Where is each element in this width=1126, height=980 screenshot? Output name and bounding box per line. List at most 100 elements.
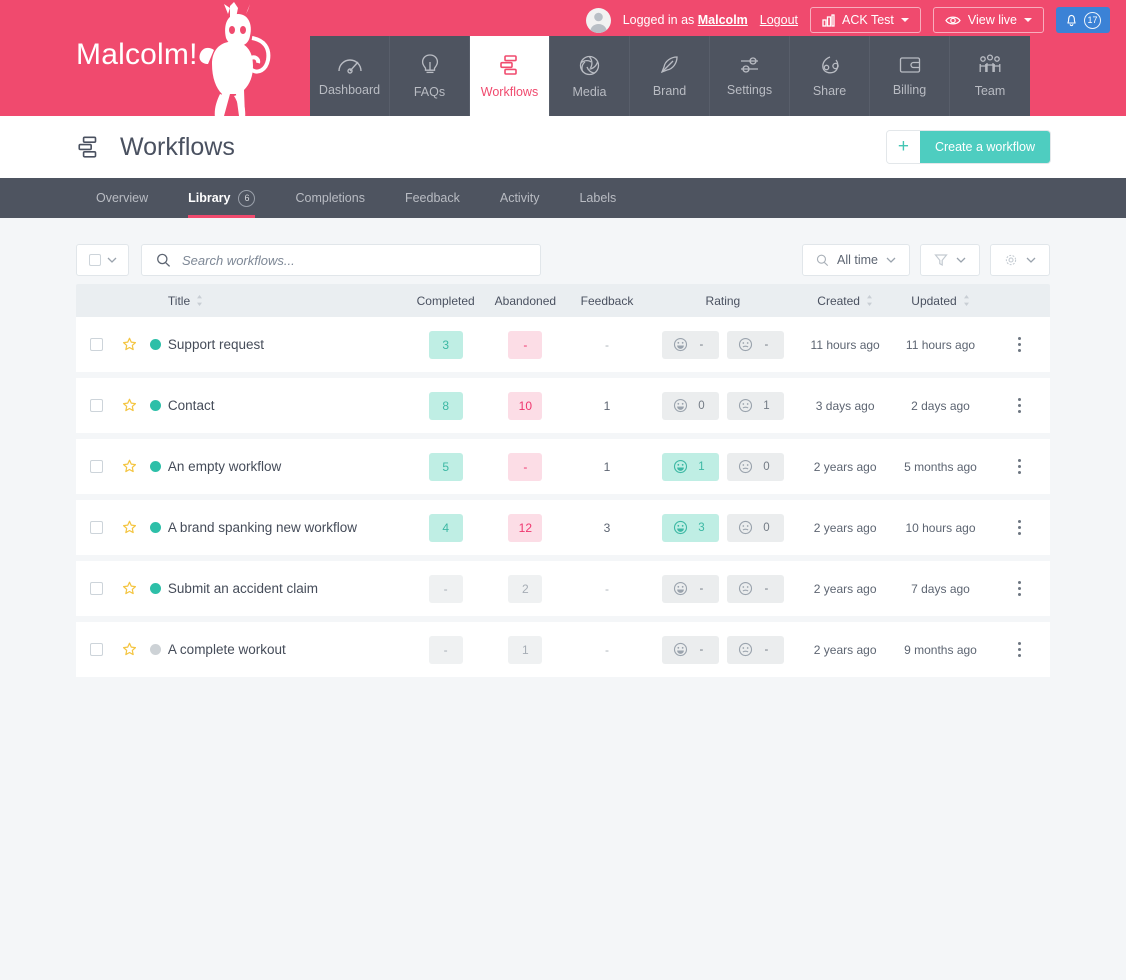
row-checkbox[interactable] — [89, 582, 103, 595]
row-actions-cell[interactable] — [989, 398, 1050, 413]
row-checkbox-cell[interactable] — [76, 460, 116, 473]
create-workflow-button[interactable]: Create a workflow — [919, 131, 1050, 163]
subtab-labels[interactable]: Labels — [559, 178, 636, 218]
subtab-feedback[interactable]: Feedback — [385, 178, 480, 218]
nav-tab-brand[interactable]: Brand — [630, 36, 710, 116]
row-star-cell[interactable] — [116, 459, 142, 474]
row-actions-menu[interactable] — [1018, 337, 1022, 352]
select-all-dropdown[interactable] — [76, 244, 129, 276]
row-actions-menu[interactable] — [1018, 459, 1022, 474]
rating-positive-chip[interactable]: 0 — [661, 391, 719, 420]
header-updated-cell[interactable]: Updated — [892, 294, 990, 308]
row-checkbox[interactable] — [89, 399, 103, 412]
avatar[interactable] — [585, 7, 611, 33]
workflow-title[interactable]: An empty workflow — [168, 459, 281, 474]
workflow-title[interactable]: Submit an accident claim — [168, 581, 318, 596]
star-icon[interactable] — [122, 337, 137, 352]
view-live-dropdown[interactable]: View live — [932, 7, 1044, 33]
nav-tab-team[interactable]: Team — [950, 36, 1030, 116]
table-row[interactable]: An empty workflow 5-1 1 0 2 years ago 5 month… — [76, 439, 1050, 494]
table-row[interactable]: A brand spanking new workflow 4 12 3 3 0 2 yea… — [76, 500, 1050, 555]
nav-tab-share[interactable]: Share — [790, 36, 870, 116]
nav-tab-dashboard[interactable]: Dashboard — [310, 36, 390, 116]
row-actions-cell[interactable] — [989, 581, 1050, 596]
row-actions-cell[interactable] — [989, 459, 1050, 474]
nav-tab-workflows[interactable]: Workflows — [470, 36, 550, 116]
workflow-title[interactable]: Support request — [168, 337, 264, 352]
rating-negative-chip[interactable]: - — [726, 574, 784, 603]
row-star-cell[interactable] — [116, 398, 142, 413]
logged-in-username[interactable]: Malcolm — [698, 13, 748, 27]
row-star-cell[interactable] — [116, 642, 142, 657]
row-checkbox[interactable] — [89, 338, 103, 351]
row-checkbox-cell[interactable] — [76, 338, 116, 351]
table-row[interactable]: A complete workout -1- - -2 years ago 9 mont… — [76, 622, 1050, 677]
nav-tab-media[interactable]: Media — [550, 36, 630, 116]
subtab-completions[interactable]: Completions — [275, 178, 384, 218]
row-title-cell[interactable]: Contact — [168, 397, 408, 415]
row-actions-cell[interactable] — [989, 520, 1050, 535]
star-icon[interactable] — [122, 459, 137, 474]
star-icon[interactable] — [122, 581, 137, 596]
row-checkbox-cell[interactable] — [76, 582, 116, 595]
row-title-cell[interactable]: Support request — [168, 336, 408, 354]
nav-tab-settings[interactable]: Settings — [710, 36, 790, 116]
row-actions-cell[interactable] — [989, 642, 1050, 657]
row-title-cell[interactable]: A brand spanking new workflow — [168, 519, 408, 537]
row-checkbox-cell[interactable] — [76, 643, 116, 656]
rating-positive-chip[interactable]: 3 — [661, 513, 719, 542]
site-selector-dropdown[interactable]: ACK Test — [810, 7, 921, 33]
subtab-library[interactable]: Library 6 — [168, 178, 275, 218]
rating-positive-count: - — [699, 338, 704, 351]
filter-dropdown[interactable] — [920, 244, 980, 276]
rating-negative-chip[interactable]: 0 — [726, 452, 784, 481]
nav-tab-faqs[interactable]: FAQs — [390, 36, 470, 116]
date-range-dropdown[interactable]: All time — [802, 244, 910, 276]
rating-positive-chip[interactable]: - — [661, 330, 719, 359]
rating-positive-chip[interactable]: - — [661, 635, 719, 664]
row-star-cell[interactable] — [116, 520, 142, 535]
star-icon[interactable] — [122, 398, 137, 413]
notifications-button[interactable]: 17 — [1056, 7, 1110, 33]
row-title-cell[interactable]: Submit an accident claim — [168, 580, 408, 598]
settings-dropdown[interactable] — [990, 244, 1050, 276]
table-row[interactable]: Support request 3- - - -11 hours ago 11 hours… — [76, 317, 1050, 372]
logout-link[interactable]: Logout — [760, 13, 798, 27]
header-created-cell[interactable]: Created — [799, 294, 892, 308]
subtab-activity[interactable]: Activity — [480, 178, 560, 218]
row-title-cell[interactable]: An empty workflow — [168, 458, 408, 476]
row-checkbox[interactable] — [89, 643, 103, 656]
row-title-cell[interactable]: A complete workout — [168, 641, 408, 659]
workflow-title[interactable]: Contact — [168, 398, 215, 413]
star-icon[interactable] — [122, 642, 137, 657]
row-actions-menu[interactable] — [1018, 581, 1022, 596]
rating-negative-chip[interactable]: - — [726, 635, 784, 664]
row-star-cell[interactable] — [116, 337, 142, 352]
workflow-title[interactable]: A complete workout — [168, 642, 286, 657]
row-actions-cell[interactable] — [989, 337, 1050, 352]
row-actions-menu[interactable] — [1018, 520, 1022, 535]
rating-negative-chip[interactable]: 0 — [726, 513, 784, 542]
plus-icon[interactable]: + — [886, 131, 920, 163]
nav-tab-billing[interactable]: Billing — [870, 36, 950, 116]
row-checkbox[interactable] — [89, 460, 103, 473]
rating-positive-chip[interactable]: - — [661, 574, 719, 603]
search-input[interactable] — [182, 252, 526, 268]
star-icon[interactable] — [122, 520, 137, 535]
table-row[interactable]: Submit an accident claim -2- - -2 years ago… — [76, 561, 1050, 616]
rating-negative-chip[interactable]: - — [726, 330, 784, 359]
row-star-cell[interactable] — [116, 581, 142, 596]
row-checkbox[interactable] — [89, 521, 103, 534]
row-actions-menu[interactable] — [1018, 398, 1022, 413]
create-workflow-group[interactable]: + Create a workflow — [886, 131, 1050, 163]
header-title-cell[interactable]: Title — [168, 294, 408, 308]
row-actions-menu[interactable] — [1018, 642, 1022, 657]
row-checkbox-cell[interactable] — [76, 521, 116, 534]
search-field-wrapper[interactable] — [141, 244, 541, 276]
rating-positive-chip[interactable]: 1 — [661, 452, 719, 481]
rating-negative-chip[interactable]: 1 — [726, 391, 784, 420]
table-row[interactable]: Contact 8 10 1 0 1 3 days ago 2 days ago — [76, 378, 1050, 433]
workflow-title[interactable]: A brand spanking new workflow — [168, 520, 357, 535]
row-checkbox-cell[interactable] — [76, 399, 116, 412]
subtab-overview[interactable]: Overview — [76, 178, 168, 218]
